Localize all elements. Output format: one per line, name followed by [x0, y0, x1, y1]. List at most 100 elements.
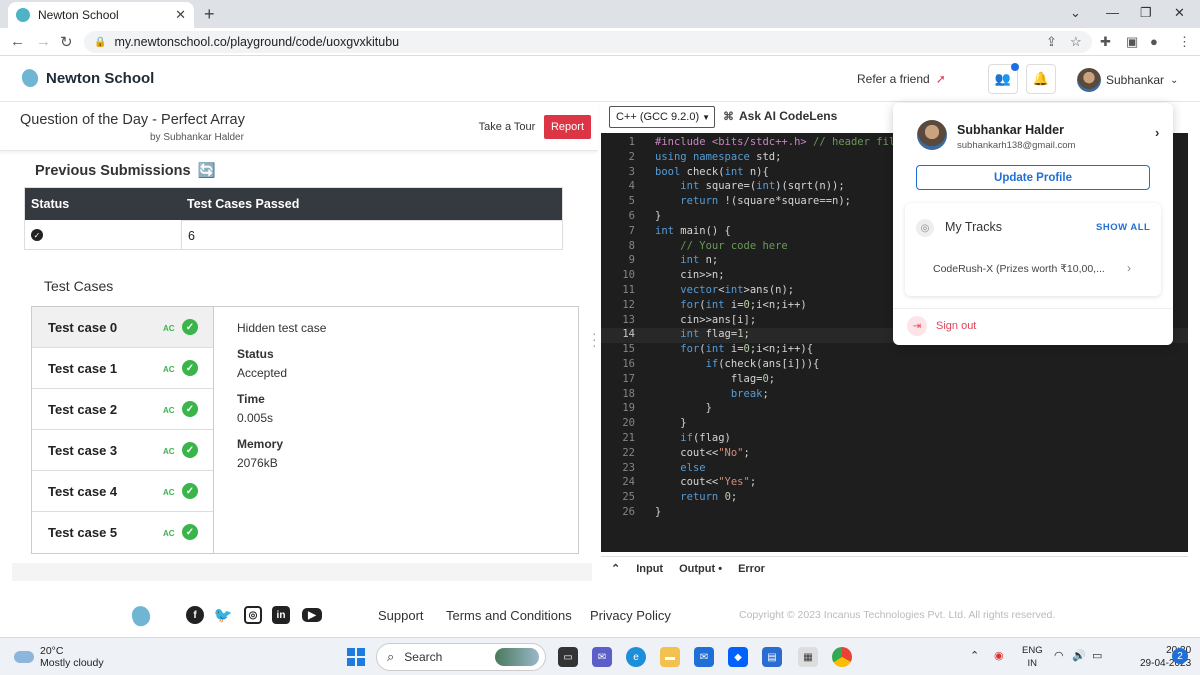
- robot-icon: ⌘: [723, 111, 734, 123]
- chevron-right-icon[interactable]: ›: [1127, 261, 1131, 275]
- collapse-up-icon[interactable]: ⌃: [611, 562, 620, 575]
- tab-input[interactable]: Input: [636, 563, 663, 575]
- user-menu[interactable]: Subhankar ⌄: [1077, 68, 1178, 92]
- bell-icon[interactable]: 🔔: [1026, 64, 1056, 94]
- file-explorer-icon[interactable]: ▬: [660, 647, 680, 667]
- code-line[interactable]: 21 if(flag): [601, 432, 1188, 447]
- reload-icon[interactable]: ↻: [60, 33, 73, 51]
- twitter-icon[interactable]: 🐦: [214, 606, 233, 624]
- code-line[interactable]: 24 cout<<"Yes";: [601, 476, 1188, 491]
- line-number: 14: [622, 328, 635, 341]
- sign-out-icon: ⇥: [907, 316, 927, 336]
- chrome-icon[interactable]: [832, 647, 852, 667]
- minimize-icon[interactable]: —: [1106, 5, 1119, 20]
- tab-error[interactable]: Error: [738, 563, 765, 575]
- report-button[interactable]: Report: [544, 115, 591, 139]
- sign-out-button[interactable]: ⇥ Sign out: [907, 316, 976, 336]
- code-line[interactable]: 23 else: [601, 462, 1188, 477]
- code-line[interactable]: 25 return 0;: [601, 491, 1188, 506]
- side-panel-icon[interactable]: ▣: [1126, 34, 1138, 50]
- back-icon[interactable]: ←: [10, 33, 25, 50]
- brand-name: Newton School: [46, 69, 155, 87]
- code-line[interactable]: 15 for(int i=0;i<n;i++){: [601, 343, 1188, 358]
- task-view-icon[interactable]: ▭: [558, 647, 578, 667]
- update-profile-button[interactable]: Update Profile: [916, 165, 1150, 190]
- test-case-tab[interactable]: Test case 0 AC ✓: [32, 307, 214, 348]
- resize-handle-icon[interactable]: · · ·: [592, 326, 597, 352]
- line-number: 26: [622, 506, 635, 518]
- notification-dot: [1011, 63, 1019, 71]
- linkedin-icon[interactable]: in: [272, 606, 290, 624]
- refresh-icon[interactable]: 🔄: [198, 163, 216, 179]
- url-text: my.newtonschool.co/playground/code/uoxgv…: [114, 35, 400, 49]
- forward-icon[interactable]: →: [36, 33, 51, 50]
- bookmark-star-icon[interactable]: ☆: [1070, 34, 1082, 50]
- submissions-table: Status Test Cases Passed ✓ 6: [24, 187, 563, 250]
- language-value: C++ (GCC 9.2.0): [616, 111, 700, 123]
- test-case-tab[interactable]: Test case 2 AC ✓: [32, 389, 214, 430]
- line-number: 20: [622, 417, 635, 430]
- battery-icon[interactable]: ▭: [1092, 649, 1102, 662]
- support-link[interactable]: Support: [378, 608, 424, 623]
- test-case-tab[interactable]: Test case 1 AC ✓: [32, 348, 214, 389]
- divider: [893, 308, 1173, 309]
- chevron-up-icon[interactable]: ⌃: [970, 649, 979, 662]
- test-case-tab[interactable]: Test case 3 AC ✓: [32, 430, 214, 471]
- notepad-icon[interactable]: ▦: [798, 647, 818, 667]
- wifi-icon[interactable]: ◠: [1054, 649, 1064, 662]
- windows-start-icon[interactable]: [347, 648, 365, 666]
- check-circle-icon: ✓: [182, 401, 198, 417]
- teams-chat-icon[interactable]: ✉: [592, 647, 612, 667]
- privacy-link[interactable]: Privacy Policy: [590, 608, 671, 623]
- brand-logo[interactable]: Newton School: [19, 66, 155, 90]
- instagram-icon[interactable]: ◎: [244, 606, 262, 624]
- memory-value: 2076kB: [237, 456, 278, 470]
- test-case-tab[interactable]: Test case 5 AC ✓: [32, 512, 214, 553]
- refer-a-friend-link[interactable]: Refer a friend ➚: [857, 72, 946, 86]
- url-bar[interactable]: 🔒 my.newtonschool.co/playground/code/uox…: [84, 31, 1092, 53]
- take-a-tour-button[interactable]: Take a Tour: [476, 115, 538, 139]
- test-case-tab[interactable]: Test case 4 AC ✓: [32, 471, 214, 512]
- show-all-link[interactable]: SHOW ALL: [1096, 222, 1150, 233]
- edge-icon[interactable]: e: [626, 647, 646, 667]
- dropbox-icon[interactable]: ◆: [728, 647, 748, 667]
- ac-badge: AC: [163, 406, 175, 415]
- code-line[interactable]: 20 }: [601, 417, 1188, 432]
- tab-output[interactable]: Output •: [679, 563, 722, 575]
- track-item[interactable]: CodeRush-X (Prizes worth ₹10,00,...: [933, 263, 1105, 275]
- ask-ai-codelens-button[interactable]: ⌘ Ask AI CodeLens: [723, 109, 837, 123]
- test-case-label: Test case 3: [48, 442, 118, 458]
- volume-icon[interactable]: 🔊: [1072, 649, 1086, 662]
- chevron-right-icon[interactable]: ›: [1155, 125, 1159, 140]
- terms-link[interactable]: Terms and Conditions: [446, 608, 572, 623]
- profile-avatar-icon[interactable]: ●: [1150, 34, 1158, 49]
- maximize-icon[interactable]: ❐: [1140, 5, 1152, 21]
- profile-name[interactable]: Subhankar Halder: [957, 123, 1064, 137]
- close-tab-icon[interactable]: ✕: [175, 7, 186, 23]
- line-number: 24: [622, 476, 635, 489]
- code-line[interactable]: 19 }: [601, 402, 1188, 417]
- mail-icon[interactable]: ✉: [694, 647, 714, 667]
- new-tab-icon[interactable]: +: [204, 4, 215, 25]
- code-line[interactable]: 22 cout<<"No";: [601, 447, 1188, 462]
- facebook-icon[interactable]: f: [186, 606, 204, 624]
- code-line[interactable]: 17 flag=0;: [601, 373, 1188, 388]
- code-line[interactable]: 16 if(check(ans[i])){: [601, 358, 1188, 373]
- menu-kebab-icon[interactable]: ⋮: [1178, 34, 1191, 50]
- tab-search-icon[interactable]: ⌄: [1070, 5, 1081, 21]
- previous-submissions-title: Previous Submissions 🔄: [35, 162, 216, 179]
- code-line[interactable]: 26}: [601, 506, 1188, 521]
- language-select[interactable]: C++ (GCC 9.2.0) ▼: [609, 106, 715, 128]
- close-window-icon[interactable]: ✕: [1174, 5, 1185, 21]
- extensions-icon[interactable]: ✚: [1100, 34, 1111, 50]
- weather-widget[interactable]: 20°C Mostly cloudy: [14, 645, 104, 669]
- security-icon[interactable]: ◉: [994, 649, 1004, 662]
- notification-badge[interactable]: 2: [1172, 648, 1188, 664]
- taskbar-search[interactable]: ⌕ Search: [376, 643, 546, 671]
- browser-tab[interactable]: Newton School ✕: [8, 2, 194, 28]
- input-language[interactable]: ENG IN: [1022, 644, 1043, 670]
- store-app-icon[interactable]: ▤: [762, 647, 782, 667]
- code-line[interactable]: 18 break;: [601, 388, 1188, 403]
- youtube-icon[interactable]: ▶: [302, 608, 322, 622]
- share-icon[interactable]: ⇪: [1046, 34, 1057, 50]
